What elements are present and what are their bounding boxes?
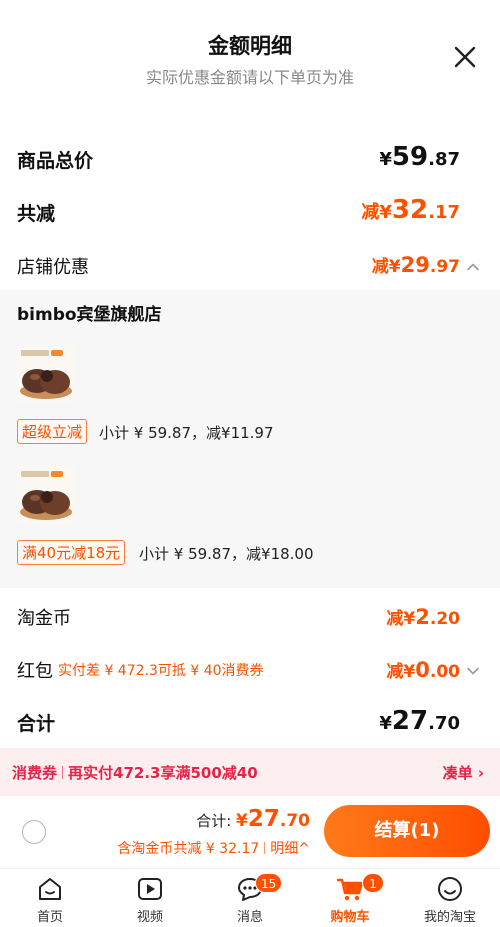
coins-label: 淘金币 bbox=[17, 608, 71, 629]
promo-tag: 消费券 bbox=[12, 764, 58, 782]
product-thumbnail[interactable] bbox=[17, 345, 75, 403]
final-total-row: 合计 ¥27.70 bbox=[0, 704, 500, 744]
sheet-subtitle: 实际优惠金额请以下单页为准 bbox=[145, 68, 354, 87]
sheet-header: 金额明细 实际优惠金额请以下单页为准 bbox=[0, 0, 500, 110]
tab-label: 购物车 bbox=[330, 910, 370, 925]
item-subtotal: 小计 ¥ 59.87，减¥18.00 bbox=[139, 545, 314, 563]
close-icon[interactable] bbox=[448, 40, 482, 74]
tab-profile[interactable]: 我的淘宝 bbox=[400, 869, 500, 927]
tab-video[interactable]: 视频 bbox=[100, 869, 200, 927]
taobao-coins-row: 淘金币 减¥2.20 bbox=[0, 600, 500, 636]
red-packet-note: 实付差 ¥ 472.3可抵 ¥ 40消费券 bbox=[58, 663, 264, 679]
coupon-promo-banner[interactable]: 消费券 再实付472.3享满500减40 凑单 › bbox=[0, 748, 500, 796]
store-name: bimbo宾堡旗舰店 bbox=[17, 305, 162, 325]
savings-text: 含淘金币共减 ¥ 32.17 bbox=[117, 841, 260, 857]
tab-cart[interactable]: 1 购物车 bbox=[300, 869, 400, 927]
total-reduced-amount: 减¥32.17 bbox=[361, 195, 460, 225]
full-reduction-tag: 满40元减18元 bbox=[17, 540, 126, 565]
chevron-down-icon[interactable] bbox=[466, 664, 480, 678]
tab-label: 消息 bbox=[236, 910, 263, 925]
red-packet-label: 红包 bbox=[17, 661, 53, 682]
tab-messages[interactable]: 15 消息 bbox=[200, 869, 300, 927]
promo-divider bbox=[62, 766, 64, 779]
checkout-bar: 合计: ¥27.70 含淘金币共减 ¥ 32.17 明细^ 结算(1) bbox=[0, 796, 500, 868]
detail-toggle[interactable]: 明细^ bbox=[270, 841, 310, 857]
home-icon bbox=[39, 878, 61, 900]
item-subtotal: 小计 ¥ 59.87，减¥11.97 bbox=[99, 424, 274, 442]
red-packet-amount: 减¥0.00 bbox=[386, 658, 460, 682]
store-discount-amount: 减¥29.97 bbox=[371, 253, 460, 277]
checkout-savings: 含淘金币共减 ¥ 32.17 明细^ bbox=[117, 838, 310, 858]
store-discount-label: 店铺优惠 bbox=[17, 257, 89, 278]
coins-amount: 减¥2.20 bbox=[386, 605, 460, 629]
checkout-total: 合计: ¥27.70 bbox=[196, 806, 310, 832]
red-packet-row[interactable]: 红包 实付差 ¥ 472.3可抵 ¥ 40消费券 减¥0.00 bbox=[0, 654, 500, 690]
sheet-title: 金额明细 bbox=[208, 34, 292, 58]
goods-total-amount: ¥59.87 bbox=[379, 142, 460, 172]
bottom-tab-bar: 首页 视频 15 消息 1 购物车 我的淘宝 bbox=[0, 868, 500, 927]
final-total-amount: ¥27.70 bbox=[379, 706, 460, 736]
video-icon bbox=[138, 878, 162, 900]
goods-total-label: 商品总价 bbox=[17, 150, 94, 172]
tab-label: 我的淘宝 bbox=[423, 910, 476, 925]
goods-total-row: 商品总价 ¥59.87 bbox=[0, 140, 500, 180]
profile-icon bbox=[438, 877, 462, 901]
promo-message: 消费券 再实付472.3享满500减40 bbox=[12, 762, 258, 783]
tab-label: 视频 bbox=[136, 910, 163, 925]
checkout-total-label: 合计: bbox=[196, 812, 237, 830]
total-reduced-label: 共减 bbox=[17, 203, 56, 225]
message-badge: 15 bbox=[255, 873, 283, 893]
promo-text: 再实付472.3享满500减40 bbox=[68, 764, 258, 782]
checkout-button[interactable]: 结算(1) bbox=[324, 805, 490, 857]
store-discount-row[interactable]: 店铺优惠 减¥29.97 bbox=[0, 248, 500, 284]
cart-badge: 1 bbox=[362, 873, 384, 893]
add-on-link[interactable]: 凑单 › bbox=[443, 762, 484, 783]
final-total-label: 合计 bbox=[17, 713, 56, 735]
product-image bbox=[17, 466, 75, 524]
total-reduced-row: 共减 减¥32.17 bbox=[0, 193, 500, 233]
chevron-up-icon[interactable] bbox=[466, 260, 480, 274]
tab-home[interactable]: 首页 bbox=[0, 869, 100, 927]
savings-divider bbox=[264, 842, 266, 854]
product-image bbox=[17, 345, 75, 403]
cart-icon bbox=[336, 878, 364, 901]
super-discount-tag: 超级立减 bbox=[17, 419, 88, 444]
select-all-checkbox[interactable] bbox=[22, 820, 46, 844]
tab-label: 首页 bbox=[36, 910, 63, 925]
product-thumbnail[interactable] bbox=[17, 466, 75, 524]
